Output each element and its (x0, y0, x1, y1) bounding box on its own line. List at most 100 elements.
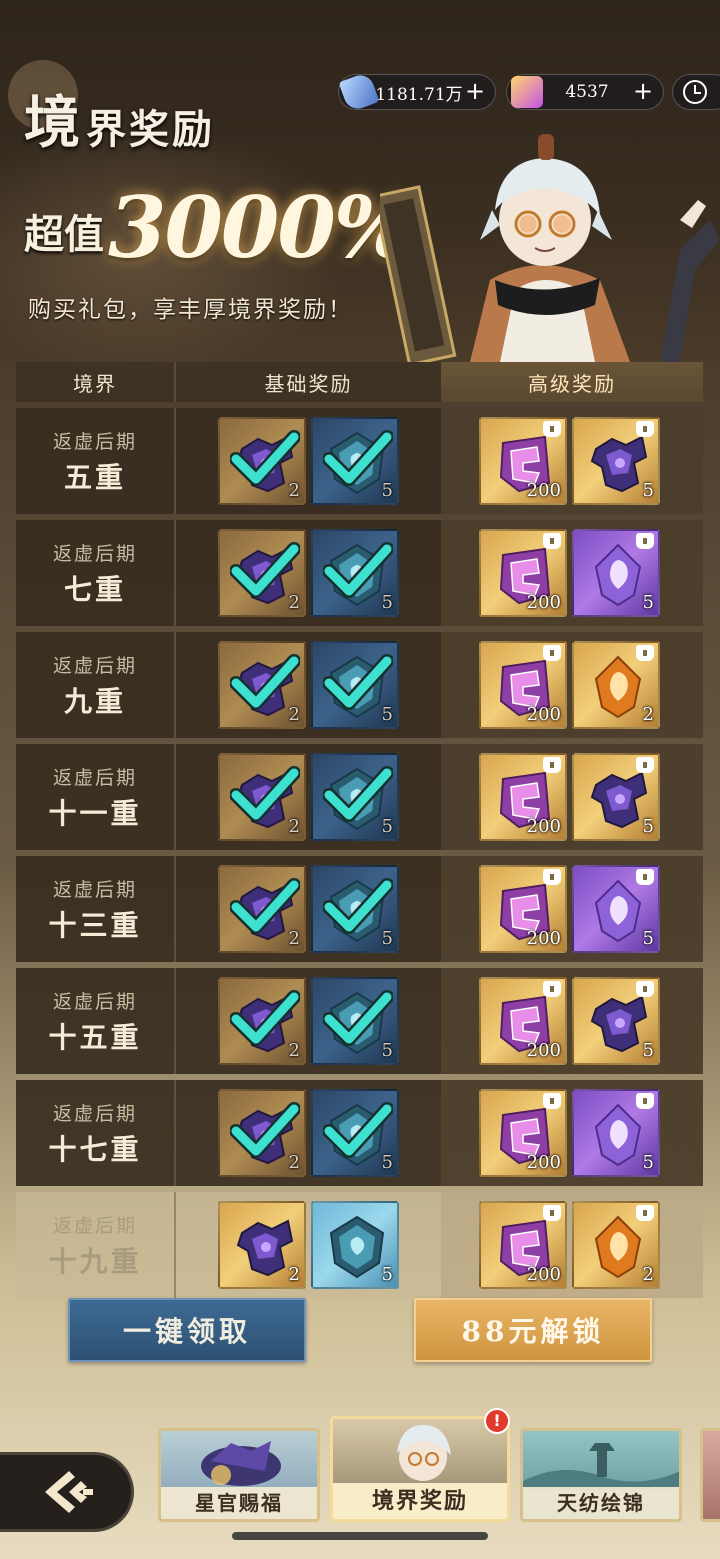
reward-quantity: 200 (526, 1152, 561, 1173)
column-header-basic: 基础奖励 (176, 362, 441, 402)
reward-item-jade[interactable]: 5 (311, 753, 399, 841)
page-title-rest: 界奖励 (86, 106, 215, 153)
basic-reward-cell: 25 (176, 1192, 441, 1298)
advanced-reward-cell: 200 2 (441, 632, 703, 738)
realm-stage: 返虚后期 (52, 878, 137, 901)
reward-item-jade[interactable]: 5 (311, 417, 399, 505)
add-ingot-button[interactable]: + (631, 79, 655, 104)
home-indicator (232, 1532, 488, 1540)
reward-item-jade[interactable]: 5 (311, 977, 399, 1065)
reward-row: 返虚后期 五重 2 5 200 5 (16, 408, 703, 514)
reward-item-armor[interactable]: 5 (572, 977, 660, 1065)
lock-icon (543, 757, 561, 773)
reward-item-rune[interactable]: 200 (479, 1201, 567, 1289)
reward-quantity: 2 (288, 1264, 300, 1285)
tab-more[interactable] (700, 1428, 720, 1522)
reward-quantity: 5 (642, 480, 654, 501)
reward-quantity: 5 (381, 1152, 393, 1173)
reward-item-jade[interactable]: 5 (311, 529, 399, 617)
column-header-advanced: 高级奖励 (441, 362, 703, 402)
ingot-amount: 4537 (565, 82, 609, 102)
realm-cell: 返虚后期 十七重 (16, 1080, 176, 1186)
reward-item-armor[interactable]: 2 (218, 865, 306, 953)
jade-crystal-icon (338, 71, 380, 113)
lock-icon (636, 1093, 654, 1109)
reward-item-jade[interactable]: 5 (311, 641, 399, 729)
back-button[interactable] (0, 1452, 134, 1532)
realm-cell: 返虚后期 十五重 (16, 968, 176, 1074)
tab-celestial-weave[interactable]: 天纺绘锦 (520, 1428, 682, 1522)
lock-icon (636, 869, 654, 885)
lock-icon (636, 981, 654, 997)
realm-cell: 返虚后期 五重 (16, 408, 176, 514)
reward-item-rune[interactable]: 200 (479, 753, 567, 841)
reward-quantity: 2 (288, 1040, 300, 1061)
reward-item-rune[interactable]: 200 (479, 865, 567, 953)
reward-quantity: 5 (642, 1040, 654, 1061)
lock-icon (636, 421, 654, 437)
lock-icon (636, 757, 654, 773)
realm-cell: 返虚后期 十一重 (16, 744, 176, 850)
realm-rewards-tab-art (393, 1425, 453, 1491)
reward-quantity: 5 (642, 816, 654, 837)
reward-quantity: 2 (642, 1264, 654, 1285)
reward-row: 返虚后期 九重 2 5 200 2 (16, 632, 703, 738)
reward-item-jade[interactable]: 5 (311, 865, 399, 953)
reward-item-orange-gem[interactable]: 2 (572, 641, 660, 729)
reward-item-rune[interactable]: 200 (479, 641, 567, 729)
reward-item-jade[interactable]: 5 (311, 1201, 399, 1289)
lock-icon (543, 421, 561, 437)
reward-item-armor[interactable]: 2 (218, 977, 306, 1065)
reward-item-armor[interactable]: 5 (572, 753, 660, 841)
reward-quantity: 200 (526, 1264, 561, 1285)
promo-value: 3000% (108, 178, 414, 277)
reward-item-purple-gem[interactable]: 5 (572, 1089, 660, 1177)
basic-reward-cell: 25 (176, 968, 441, 1074)
realm-stage: 返虚后期 (52, 654, 137, 677)
reward-row: 返虚后期 十七重 2 5 200 5 (16, 1080, 703, 1186)
column-header-realm: 境界 (16, 362, 176, 402)
reward-item-purple-gem[interactable]: 5 (572, 529, 660, 617)
advanced-reward-cell: 200 2 (441, 1192, 703, 1298)
reward-quantity: 5 (381, 1040, 393, 1061)
reward-row: 返虚后期 十五重 2 5 200 5 (16, 968, 703, 1074)
reward-item-armor[interactable]: 2 (218, 641, 306, 729)
reward-item-rune[interactable]: 200 (479, 1089, 567, 1177)
claim-all-button[interactable]: 一键领取 (68, 1298, 306, 1362)
advanced-reward-cell: 200 5 (441, 1080, 703, 1186)
tab-label: 星官赐福 (161, 1487, 317, 1519)
lock-icon (636, 1205, 654, 1221)
reward-item-armor[interactable]: 2 (218, 1089, 306, 1177)
reward-quantity: 5 (381, 928, 393, 949)
realm-stage: 返虚后期 (52, 1102, 137, 1125)
reward-item-rune[interactable]: 200 (479, 977, 567, 1065)
reward-item-orange-gem[interactable]: 2 (572, 1201, 660, 1289)
tab-realm-rewards[interactable]: 境界奖励 (330, 1416, 510, 1522)
reward-item-rune[interactable]: 200 (479, 417, 567, 505)
lock-icon (543, 1205, 561, 1221)
add-jade-button[interactable]: + (463, 79, 487, 104)
realm-level: 五重 (63, 460, 126, 494)
reward-quantity: 200 (526, 928, 561, 949)
timer-button[interactable] (672, 74, 720, 110)
realm-stage: 返虚后期 (52, 766, 137, 789)
reward-item-purple-gem[interactable]: 5 (572, 865, 660, 953)
reward-item-rune[interactable]: 200 (479, 529, 567, 617)
reward-item-jade[interactable]: 5 (311, 1089, 399, 1177)
reward-item-armor[interactable]: 2 (218, 529, 306, 617)
lock-icon (543, 1093, 561, 1109)
realm-cell: 返虚后期 七重 (16, 520, 176, 626)
reward-quantity: 5 (642, 1152, 654, 1173)
reward-item-armor[interactable]: 2 (218, 1201, 306, 1289)
advanced-reward-cell: 200 5 (441, 744, 703, 850)
reward-item-armor[interactable]: 5 (572, 417, 660, 505)
reward-item-armor[interactable]: 2 (218, 417, 306, 505)
reward-quantity: 5 (381, 1264, 393, 1285)
realm-cell: 返虚后期 十九重 (16, 1192, 176, 1298)
reward-item-armor[interactable]: 2 (218, 753, 306, 841)
unlock-button[interactable]: 88元解锁 (414, 1298, 652, 1362)
basic-reward-cell: 25 (176, 1080, 441, 1186)
tab-star-blessing[interactable]: 星官赐福 (158, 1428, 320, 1522)
reward-quantity: 2 (288, 592, 300, 613)
reward-quantity: 5 (381, 816, 393, 837)
